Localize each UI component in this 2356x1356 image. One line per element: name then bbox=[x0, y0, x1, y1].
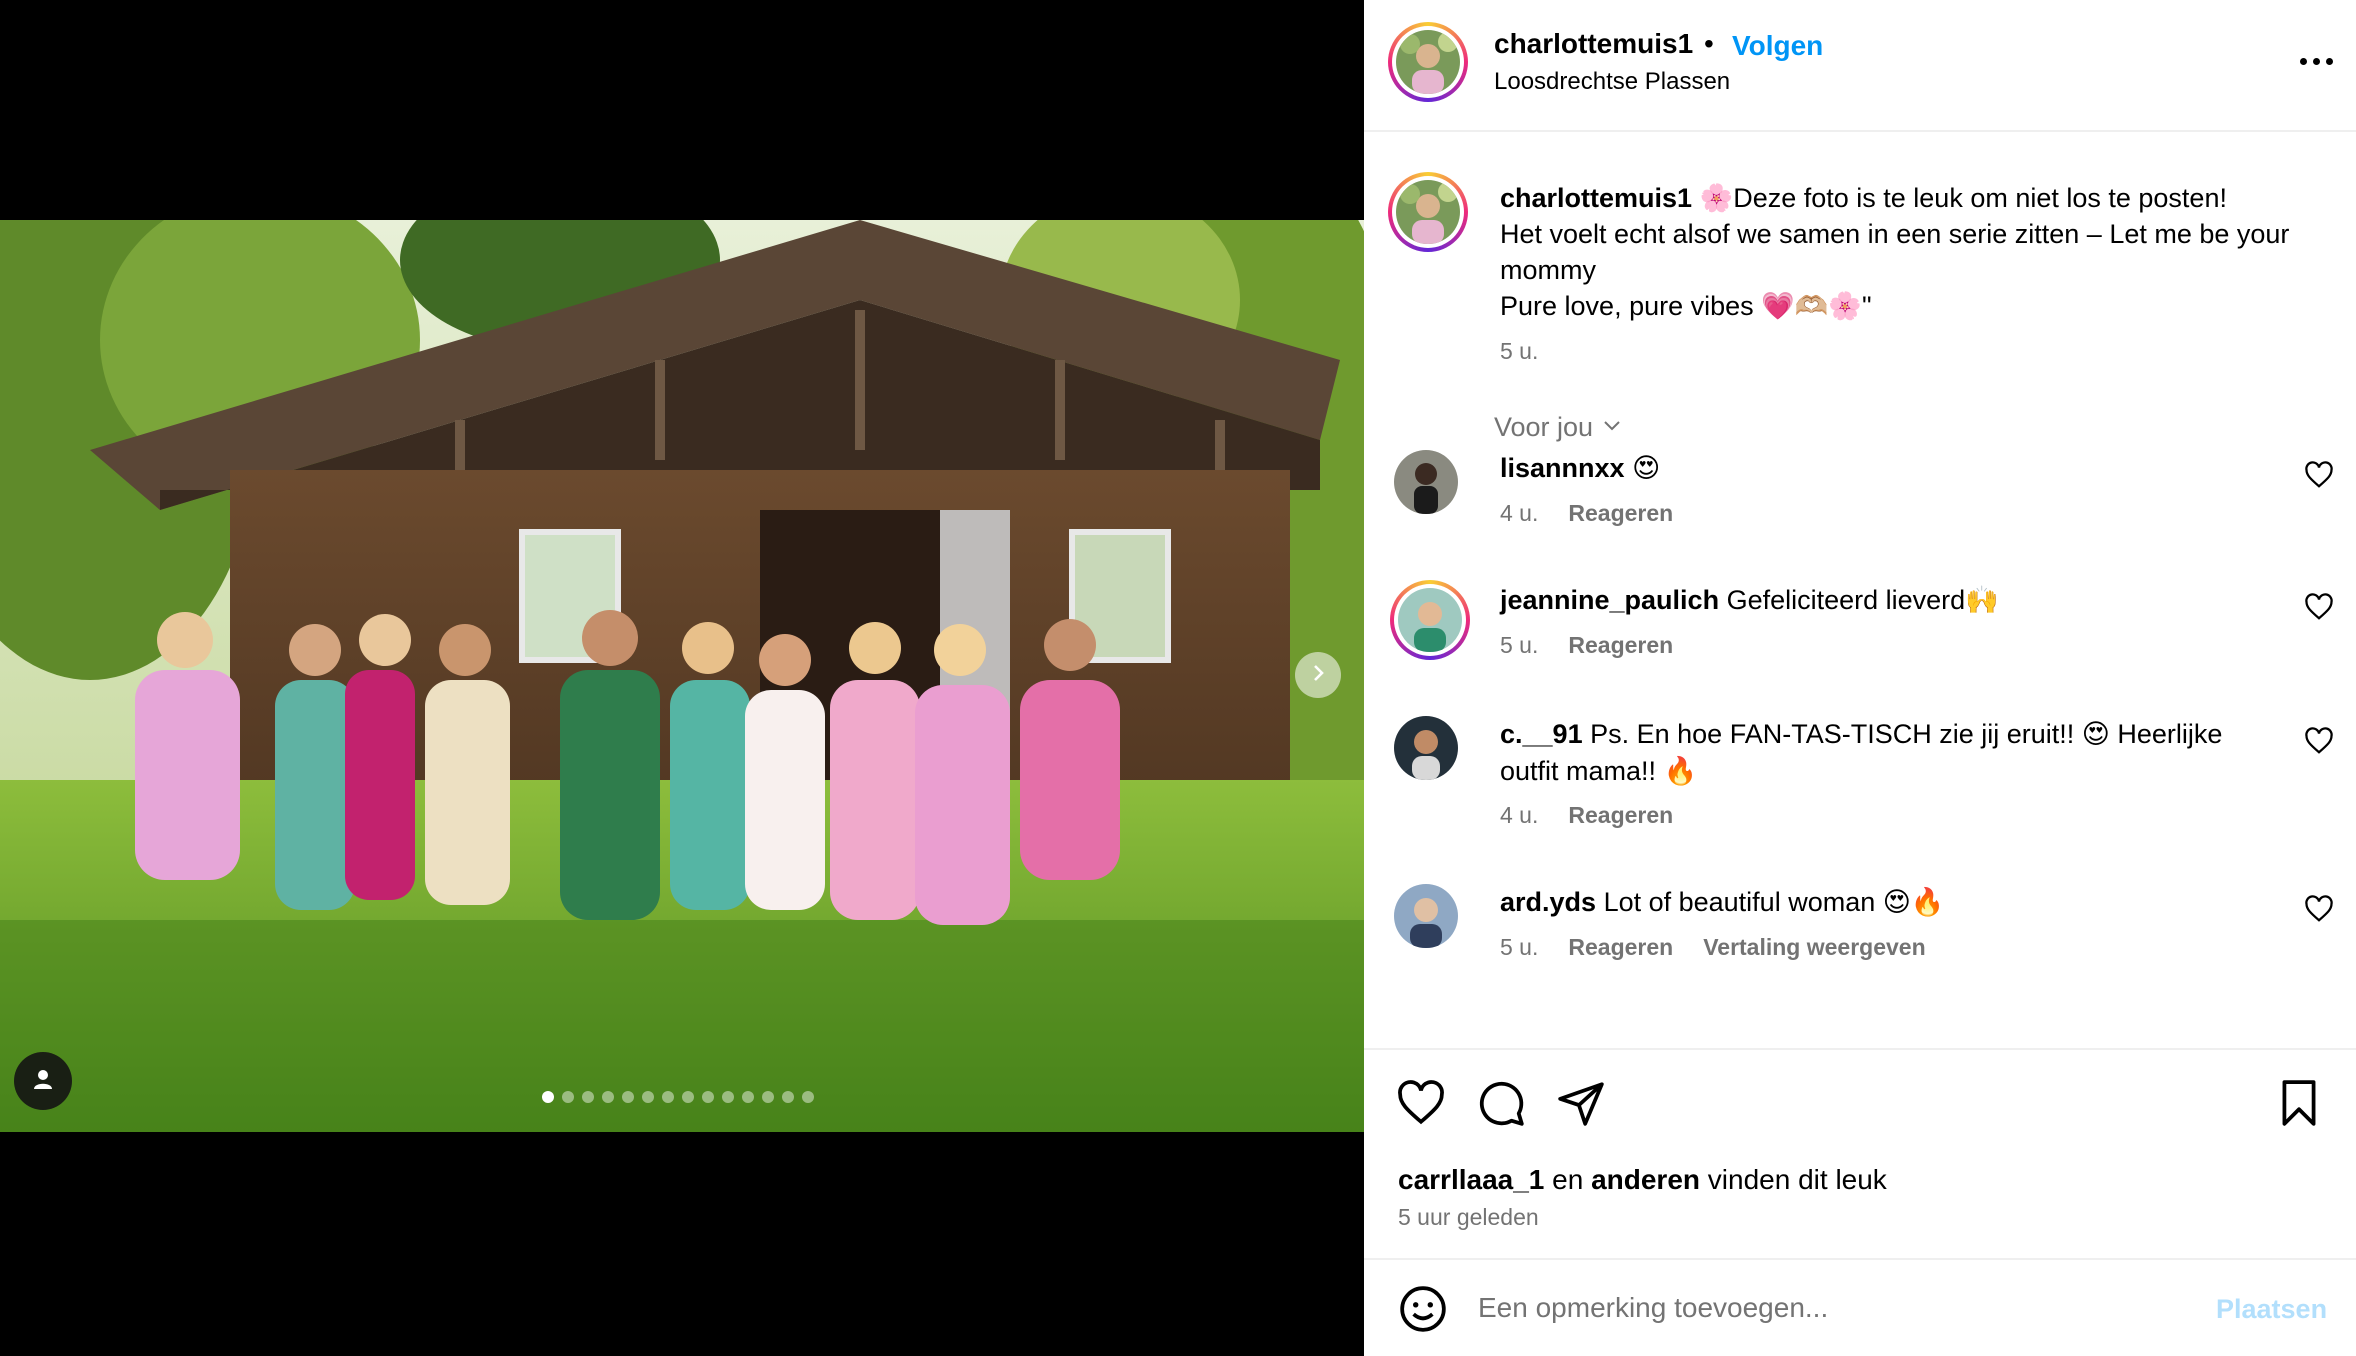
caption-author-avatar[interactable] bbox=[1388, 172, 1468, 252]
likes-suffix: vinden dit leuk bbox=[1707, 1164, 1887, 1195]
commenter-username[interactable]: jeannine_paulich bbox=[1500, 585, 1719, 615]
commenter-username[interactable]: ard.yds bbox=[1500, 887, 1596, 917]
comment-meta: 4 u. Reageren bbox=[1500, 500, 1673, 527]
comment-sort-dropdown[interactable]: Voor jou bbox=[1494, 412, 1623, 443]
likes-summary: carrllaaa_1 en anderen vinden dit leuk bbox=[1398, 1164, 1887, 1196]
post-details-panel: charlottemuis1 • Volgen Loosdrechtse Pla… bbox=[1364, 0, 2356, 1356]
carousel-dot bbox=[642, 1091, 654, 1103]
carousel-dot bbox=[702, 1091, 714, 1103]
comment-time[interactable]: 4 u. bbox=[1500, 500, 1538, 527]
caption-line-3: Pure love, pure vibes 💗🫶🏼🌸" bbox=[1500, 291, 1872, 321]
add-comment-bar: Plaatsen bbox=[1364, 1258, 2356, 1356]
carousel-dot bbox=[542, 1091, 554, 1103]
carousel-dot bbox=[722, 1091, 734, 1103]
heart-icon[interactable] bbox=[2304, 460, 2334, 490]
comment-text: lisannnxx 😍 bbox=[1500, 450, 2260, 487]
emoji-icon[interactable] bbox=[1398, 1284, 1448, 1334]
follow-button[interactable]: Volgen bbox=[1732, 30, 1823, 62]
comment-sort-label: Voor jou bbox=[1494, 412, 1594, 442]
comment-text: c.__91 Ps. En hoe FAN-TAS-TISCH zie jij … bbox=[1500, 716, 2260, 790]
heart-icon[interactable] bbox=[2304, 894, 2334, 924]
author-username[interactable]: charlottemuis1 bbox=[1494, 28, 1693, 60]
more-icon bbox=[2299, 57, 2307, 65]
commenter-avatar[interactable] bbox=[1394, 450, 1458, 514]
comment-body: Lot of beautiful woman 😍🔥 bbox=[1603, 887, 1945, 917]
likes-others-link[interactable]: anderen bbox=[1591, 1164, 1700, 1195]
reply-button[interactable]: Reageren bbox=[1568, 934, 1673, 961]
more-icon-dot bbox=[2325, 57, 2333, 65]
liker-username[interactable]: carrllaaa_1 bbox=[1398, 1164, 1544, 1195]
comment-meta: 4 u. Reageren bbox=[1500, 802, 1673, 829]
carousel-dot bbox=[782, 1091, 794, 1103]
carousel-indicator bbox=[542, 1091, 814, 1103]
post-location[interactable]: Loosdrechtse Plassen bbox=[1494, 68, 1730, 96]
comment-meta: 5 u. Reageren bbox=[1500, 632, 1673, 659]
separator-dot: • bbox=[1704, 28, 1714, 59]
more-options-button[interactable] bbox=[2294, 46, 2338, 76]
carousel-dot bbox=[602, 1091, 614, 1103]
share-icon[interactable] bbox=[1556, 1078, 1606, 1128]
comment-meta: 5 u. Reageren Vertaling weergeven bbox=[1500, 934, 1926, 961]
commenter-username[interactable]: c.__91 bbox=[1500, 719, 1583, 749]
comment-time[interactable]: 4 u. bbox=[1500, 802, 1538, 829]
carousel-dot bbox=[562, 1091, 574, 1103]
comment-text: jeannine_paulich Gefeliciteerd lieverd🙌 bbox=[1500, 582, 2260, 619]
commenter-avatar[interactable] bbox=[1394, 716, 1458, 780]
heart-icon[interactable] bbox=[2304, 726, 2334, 756]
reply-button[interactable]: Reageren bbox=[1568, 802, 1673, 829]
instagram-post-modal: charlottemuis1 • Volgen Loosdrechtse Pla… bbox=[0, 0, 2356, 1356]
tagged-users-button[interactable] bbox=[14, 1052, 72, 1110]
comment-body: Ps. En hoe FAN-TAS-TISCH zie jij eruit!!… bbox=[1500, 719, 2223, 786]
comment-icon[interactable] bbox=[1476, 1078, 1526, 1128]
commenter-avatar[interactable] bbox=[1390, 580, 1470, 660]
bookmark-icon[interactable] bbox=[2274, 1078, 2324, 1128]
commenter-avatar[interactable] bbox=[1394, 884, 1458, 948]
post-caption: charlottemuis1 🌸Deze foto is te leuk om … bbox=[1500, 180, 2320, 324]
carousel-dot bbox=[762, 1091, 774, 1103]
user-tag-icon bbox=[31, 1067, 55, 1096]
comments-scroll-area[interactable]: charlottemuis1 🌸Deze foto is te leuk om … bbox=[1364, 134, 2356, 1048]
post-photo[interactable] bbox=[0, 220, 1364, 1132]
chevron-down-icon bbox=[1601, 412, 1623, 443]
heart-icon[interactable] bbox=[1396, 1078, 1446, 1128]
heart-icon[interactable] bbox=[2304, 592, 2334, 622]
post-actions: carrllaaa_1 en anderen vinden dit leuk 5… bbox=[1364, 1048, 2356, 1258]
commenter-username[interactable]: lisannnxx bbox=[1500, 453, 1625, 483]
comment-body: 😍 bbox=[1632, 453, 1661, 483]
post-header: charlottemuis1 • Volgen Loosdrechtse Pla… bbox=[1364, 0, 2356, 132]
next-image-button[interactable] bbox=[1295, 652, 1341, 698]
author-avatar[interactable] bbox=[1388, 22, 1468, 102]
chevron-right-icon bbox=[1308, 663, 1328, 688]
carousel-dot bbox=[682, 1091, 694, 1103]
comment-body: Gefeliciteerd lieverd🙌 bbox=[1726, 585, 1999, 615]
carousel-dot bbox=[662, 1091, 674, 1103]
carousel-dot bbox=[582, 1091, 594, 1103]
comment-input[interactable] bbox=[1478, 1292, 2118, 1324]
comment-time[interactable]: 5 u. bbox=[1500, 934, 1538, 961]
caption-timestamp[interactable]: 5 u. bbox=[1500, 338, 1538, 365]
caption-username[interactable]: charlottemuis1 bbox=[1500, 183, 1692, 213]
translate-button[interactable]: Vertaling weergeven bbox=[1703, 934, 1925, 961]
comment-time[interactable]: 5 u. bbox=[1500, 632, 1538, 659]
carousel-dot bbox=[622, 1091, 634, 1103]
caption-line-1: 🌸Deze foto is te leuk om niet los te pos… bbox=[1699, 183, 2227, 213]
carousel-dot bbox=[802, 1091, 814, 1103]
more-icon-dot bbox=[2312, 57, 2320, 65]
media-viewer bbox=[0, 0, 1364, 1356]
post-comment-button[interactable]: Plaatsen bbox=[2216, 1294, 2327, 1325]
carousel-dot bbox=[742, 1091, 754, 1103]
caption-line-2: Het voelt echt alsof we samen in een ser… bbox=[1500, 219, 2290, 285]
post-timestamp[interactable]: 5 uur geleden bbox=[1398, 1204, 1539, 1231]
comment-text: ard.yds Lot of beautiful woman 😍🔥 bbox=[1500, 884, 2260, 921]
reply-button[interactable]: Reageren bbox=[1568, 632, 1673, 659]
likes-connector: en bbox=[1552, 1164, 1584, 1195]
reply-button[interactable]: Reageren bbox=[1568, 500, 1673, 527]
